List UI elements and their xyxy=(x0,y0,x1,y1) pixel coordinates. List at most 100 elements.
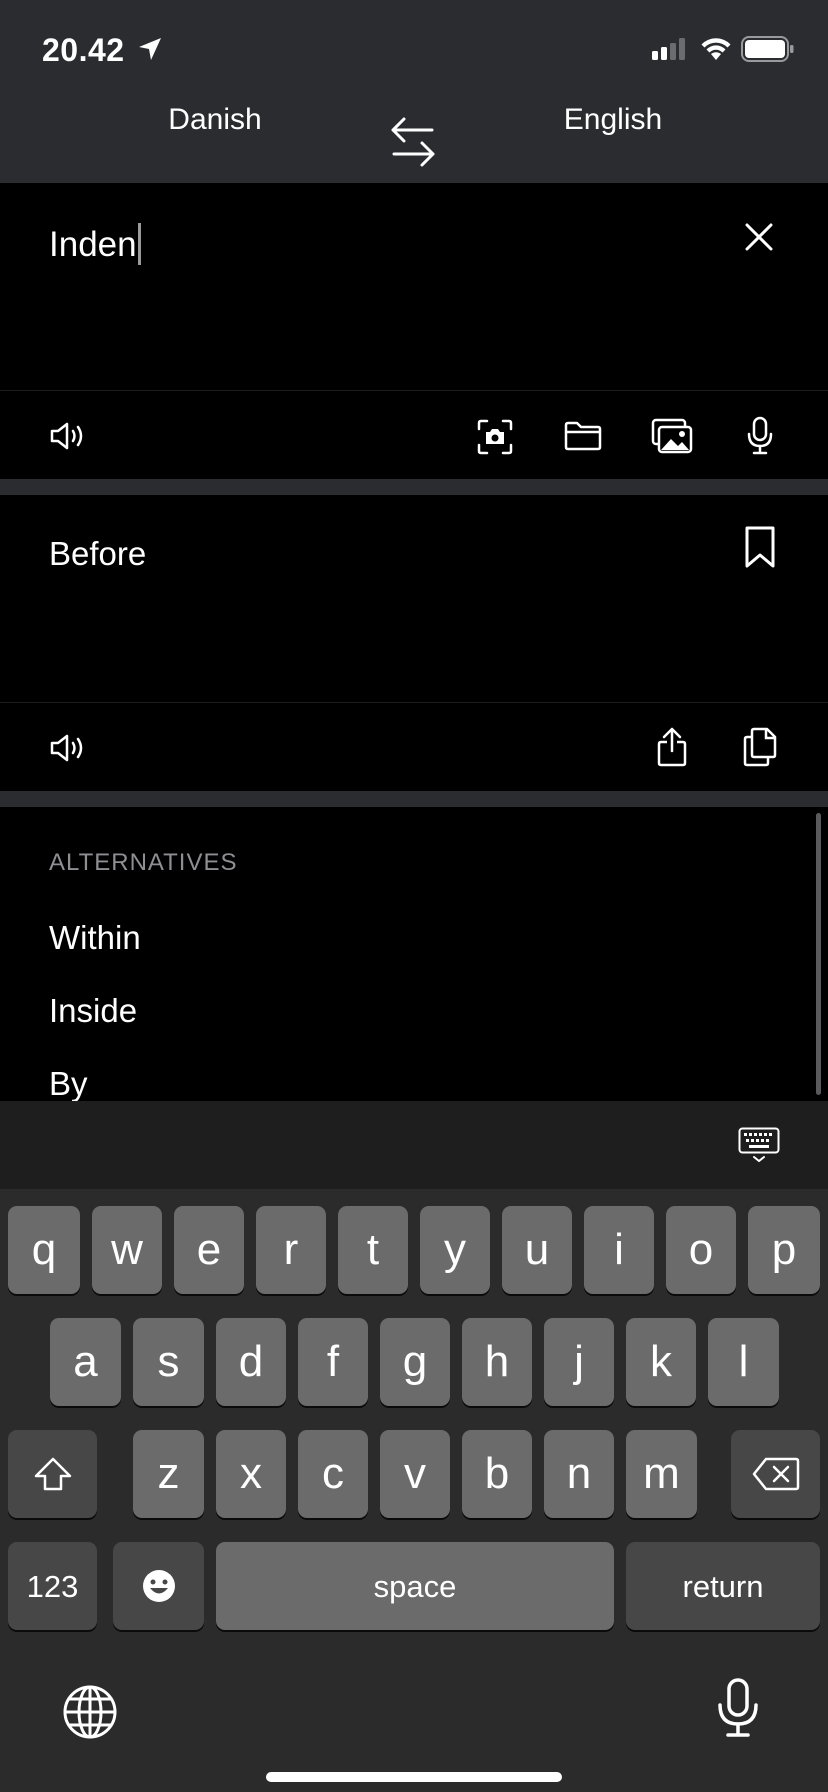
key-y[interactable]: y xyxy=(420,1206,490,1294)
key-label: o xyxy=(688,1225,714,1274)
key-label: f xyxy=(326,1337,340,1386)
key-i[interactable]: i xyxy=(584,1206,654,1294)
key-a[interactable]: a xyxy=(50,1318,121,1406)
scrollbar[interactable] xyxy=(816,813,821,1095)
images-icon[interactable] xyxy=(651,418,693,454)
shift-icon xyxy=(33,1456,73,1492)
space-key[interactable]: space xyxy=(216,1542,614,1630)
globe-icon[interactable] xyxy=(62,1684,118,1740)
key-n[interactable]: n xyxy=(544,1430,614,1518)
key-label: g xyxy=(402,1337,428,1386)
key-label: m xyxy=(643,1449,680,1498)
divider xyxy=(0,390,828,391)
emoji-icon xyxy=(140,1567,178,1605)
location-arrow-icon xyxy=(137,36,163,62)
key-h[interactable]: h xyxy=(462,1318,532,1406)
key-label: i xyxy=(614,1225,624,1274)
key-k[interactable]: k xyxy=(626,1318,696,1406)
alternatives-header: ALTERNATIVES xyxy=(49,849,238,876)
key-d[interactable]: d xyxy=(216,1318,286,1406)
key-o[interactable]: o xyxy=(666,1206,736,1294)
text-caret xyxy=(137,223,141,265)
key-t[interactable]: t xyxy=(338,1206,408,1294)
bookmark-icon[interactable] xyxy=(744,525,776,569)
key-label: a xyxy=(73,1337,98,1386)
keyboard: q w e r t y u i o p a s d f g h j k l z … xyxy=(0,1101,828,1792)
signal-icon xyxy=(652,38,688,60)
backspace-icon xyxy=(752,1457,800,1491)
key-f[interactable]: f xyxy=(298,1318,368,1406)
key-label: z xyxy=(157,1449,180,1498)
key-label: space xyxy=(373,1568,457,1604)
key-m[interactable]: m xyxy=(626,1430,697,1518)
key-label: return xyxy=(682,1568,764,1604)
key-c[interactable]: c xyxy=(298,1430,368,1518)
swap-languages-icon[interactable] xyxy=(390,116,436,168)
key-z[interactable]: z xyxy=(133,1430,204,1518)
alternative-item[interactable]: Within xyxy=(49,919,141,957)
key-label: v xyxy=(404,1449,426,1498)
keyboard-dismiss-icon[interactable] xyxy=(738,1127,780,1163)
key-label: e xyxy=(196,1225,222,1274)
emoji-key[interactable] xyxy=(113,1542,204,1630)
key-r[interactable]: r xyxy=(256,1206,326,1294)
copy-icon[interactable] xyxy=(742,727,778,767)
source-language-button[interactable]: Danish xyxy=(148,103,282,137)
folder-icon[interactable] xyxy=(564,420,602,452)
key-label: n xyxy=(566,1449,592,1498)
key-u[interactable]: u xyxy=(502,1206,572,1294)
backspace-key[interactable] xyxy=(731,1430,820,1518)
numbers-key[interactable]: 123 xyxy=(8,1542,97,1630)
key-label: l xyxy=(738,1337,749,1386)
key-label: u xyxy=(524,1225,550,1274)
key-g[interactable]: g xyxy=(380,1318,450,1406)
keyboard-accessory-bar xyxy=(0,1101,828,1189)
key-label: q xyxy=(31,1225,57,1274)
key-label: y xyxy=(444,1225,466,1274)
speaker-icon[interactable] xyxy=(49,732,89,764)
key-x[interactable]: x xyxy=(216,1430,286,1518)
share-icon[interactable] xyxy=(657,727,687,767)
input-text: Inden xyxy=(49,225,137,264)
key-label: 123 xyxy=(26,1568,79,1604)
key-s[interactable]: s xyxy=(133,1318,204,1406)
key-label: h xyxy=(484,1337,510,1386)
shift-key[interactable] xyxy=(8,1430,97,1518)
home-indicator[interactable] xyxy=(266,1772,562,1782)
alternative-item[interactable]: By xyxy=(49,1065,88,1101)
battery-icon xyxy=(741,36,795,62)
dictation-icon[interactable] xyxy=(716,1677,760,1739)
key-label: j xyxy=(574,1337,584,1386)
target-language-button[interactable]: English xyxy=(540,103,686,137)
speaker-icon[interactable] xyxy=(49,420,89,452)
status-time: 20.42 xyxy=(42,32,125,68)
return-key[interactable]: return xyxy=(626,1542,820,1630)
key-p[interactable]: p xyxy=(748,1206,820,1294)
key-label: b xyxy=(484,1449,510,1498)
key-w[interactable]: w xyxy=(92,1206,162,1294)
input-card: Inden xyxy=(0,183,828,479)
key-label: d xyxy=(238,1337,264,1386)
output-card: Before xyxy=(0,495,828,791)
key-label: t xyxy=(366,1225,380,1274)
microphone-icon[interactable] xyxy=(746,416,774,456)
key-v[interactable]: v xyxy=(380,1430,450,1518)
key-label: c xyxy=(322,1449,344,1498)
translation-text: Before xyxy=(49,535,147,572)
key-label: w xyxy=(111,1225,143,1274)
section-separator xyxy=(0,791,828,807)
input-field[interactable]: Inden xyxy=(49,223,141,265)
key-label: r xyxy=(283,1225,299,1274)
alternatives-section[interactable]: ALTERNATIVES Within Inside By xyxy=(0,807,828,1101)
top-bar: 20.42 Danish English xyxy=(0,0,828,183)
clear-icon[interactable] xyxy=(743,221,775,253)
key-l[interactable]: l xyxy=(708,1318,779,1406)
key-b[interactable]: b xyxy=(462,1430,532,1518)
key-j[interactable]: j xyxy=(544,1318,614,1406)
key-q[interactable]: q xyxy=(8,1206,80,1294)
key-e[interactable]: e xyxy=(174,1206,244,1294)
section-separator xyxy=(0,479,828,495)
camera-scan-icon[interactable] xyxy=(477,419,513,455)
key-label: x xyxy=(240,1449,262,1498)
alternative-item[interactable]: Inside xyxy=(49,992,137,1030)
